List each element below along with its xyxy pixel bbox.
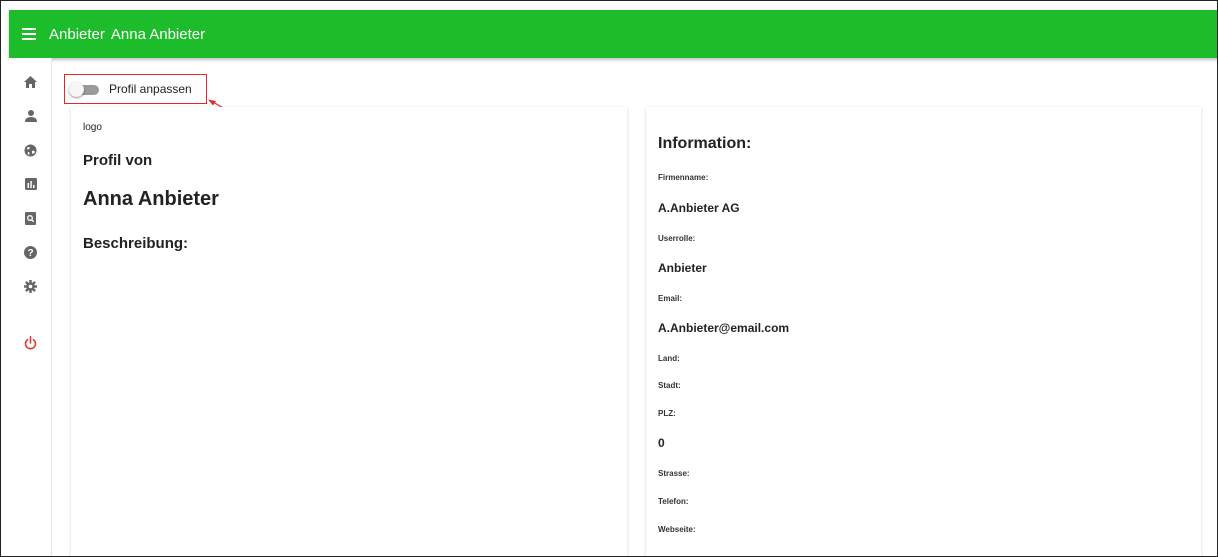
- profile-edit-switch[interactable]: [69, 82, 99, 97]
- sidebar-item-statistics[interactable]: [9, 169, 52, 199]
- bar-chart-icon: [24, 178, 37, 190]
- document-search-icon: [25, 211, 36, 225]
- svg-text:?: ?: [27, 248, 33, 259]
- top-app-bar: Anbieter Anna Anbieter: [9, 10, 1217, 58]
- field-label-role: Userrolle:: [658, 234, 696, 243]
- description-label: Beschreibung:: [83, 235, 189, 252]
- sidebar-item-settings[interactable]: [9, 271, 52, 301]
- switch-thumb: [69, 82, 84, 97]
- field-label-city: Stadt:: [658, 381, 681, 390]
- profile-edit-toggle-highlight: Profil anpassen: [64, 74, 207, 104]
- profile-of-label: Profil von: [83, 152, 153, 169]
- field-label-website: Webseite:: [658, 525, 696, 534]
- menu-icon[interactable]: [9, 10, 49, 58]
- app-frame: Anbieter Anna Anbieter ? Profil anpassen…: [0, 0, 1218, 557]
- field-label-street: Strasse:: [658, 469, 690, 478]
- app-name: Anbieter: [49, 25, 105, 43]
- field-label-postal-code: PLZ:: [658, 409, 676, 418]
- field-value-role: Anbieter: [658, 261, 707, 275]
- field-label-country: Land:: [658, 354, 680, 363]
- sidebar-item-profile[interactable]: [9, 101, 52, 131]
- power-icon: [24, 336, 37, 350]
- logo-placeholder: logo: [83, 122, 102, 133]
- app-title: Anbieter Anna Anbieter: [49, 26, 205, 43]
- sidebar-item-search[interactable]: [9, 203, 52, 233]
- field-value-company: A.Anbieter AG: [658, 201, 740, 215]
- sidebar-item-globe[interactable]: [9, 135, 52, 165]
- information-card: Information: Firmenname: A.Anbieter AG U…: [646, 107, 1201, 556]
- field-value-postal-code: 0: [658, 436, 665, 450]
- globe-icon: [24, 144, 37, 156]
- field-value-email: A.Anbieter@email.com: [658, 321, 790, 335]
- person-icon: [24, 110, 37, 122]
- field-label-phone: Telefon:: [658, 497, 689, 506]
- user-name: Anna Anbieter: [110, 25, 206, 43]
- sidebar-item-help[interactable]: ?: [9, 237, 52, 267]
- field-label-email: Email:: [658, 294, 683, 303]
- sidebar: ?: [9, 58, 52, 556]
- sidebar-item-home[interactable]: [9, 67, 52, 97]
- help-icon: ?: [24, 245, 37, 259]
- home-icon: [24, 76, 37, 88]
- profile-edit-label: Profil anpassen: [109, 82, 192, 96]
- settings-icon: [24, 279, 37, 293]
- field-label-company: Firmenname:: [658, 173, 709, 182]
- information-title: Information:: [658, 135, 752, 152]
- sidebar-item-logout[interactable]: [9, 328, 52, 358]
- profile-card: logo Profil von Anna Anbieter Beschreibu…: [71, 107, 627, 556]
- profile-name: Anna Anbieter: [83, 188, 219, 210]
